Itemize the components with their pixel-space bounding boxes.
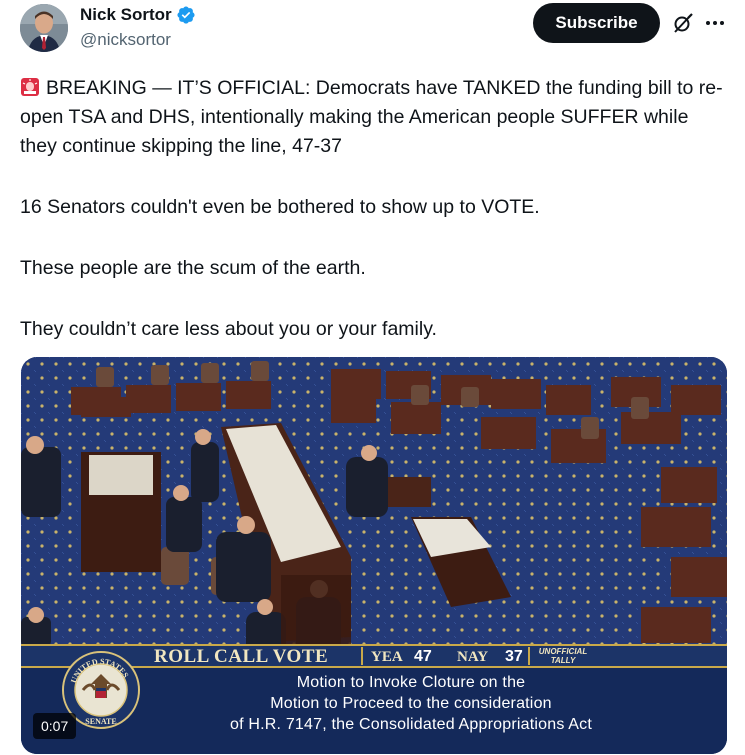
motion-line-1: Motion to Invoke Cloture on the: [296, 674, 526, 691]
motion-caption: Motion to Invoke Cloture on the Motion t…: [171, 672, 651, 735]
author-handle[interactable]: @nicksortor: [80, 30, 171, 50]
roll-call-title: ROLL CALL VOTE: [154, 646, 329, 667]
tweet-text: BREAKING — IT’S OFFICIAL: Democrats have…: [20, 74, 725, 344]
tweet-paragraph-3: These people are the scum of the earth.: [20, 257, 366, 279]
roll-call-divider: [361, 647, 363, 665]
motion-line-3: of H.R. 7147, the Consolidated Appropria…: [229, 716, 593, 733]
tweet-paragraph-2: 16 Senators couldn't even be bothered to…: [20, 196, 540, 218]
yea-label: YEA: [371, 649, 403, 665]
author-display-name[interactable]: Nick Sortor: [80, 5, 172, 25]
video-player[interactable]: ROLL CALL VOTE YEA 47 NAY 37 UNOFFICIAL …: [21, 357, 727, 754]
nay-count: 37: [505, 648, 523, 665]
yea-count: 47: [414, 648, 432, 665]
tweet-paragraph-1: BREAKING — IT’S OFFICIAL: Democrats have…: [20, 74, 725, 161]
rotating-light-emoji: [20, 77, 40, 97]
nay-label: NAY: [457, 649, 489, 665]
unofficial-line-1: UNOFFICIAL: [538, 647, 588, 656]
roll-call-divider: [528, 647, 530, 665]
author-avatar[interactable]: [20, 4, 68, 52]
subscribe-button[interactable]: Subscribe: [533, 3, 660, 43]
svg-text:SENATE: SENATE: [85, 717, 116, 726]
motion-line-2: Motion to Proceed to the consideration: [270, 695, 552, 712]
author-name-row: Nick Sortor: [80, 5, 196, 25]
tweet-paragraph-1-text: BREAKING — IT’S OFFICIAL: Democrats have…: [20, 77, 723, 157]
more-options-icon[interactable]: [704, 11, 726, 35]
tweet-post: Nick Sortor @nicksortor Subscribe BREAKI…: [0, 0, 745, 755]
verified-badge-icon: [176, 5, 196, 25]
video-timestamp: 0:07: [33, 713, 77, 739]
grok-icon[interactable]: [671, 11, 695, 35]
unofficial-tally-label: UNOFFICIAL TALLY: [533, 647, 593, 665]
tweet-paragraph-4: They couldn’t care less about you or you…: [20, 318, 437, 340]
unofficial-line-2: TALLY: [550, 656, 576, 665]
